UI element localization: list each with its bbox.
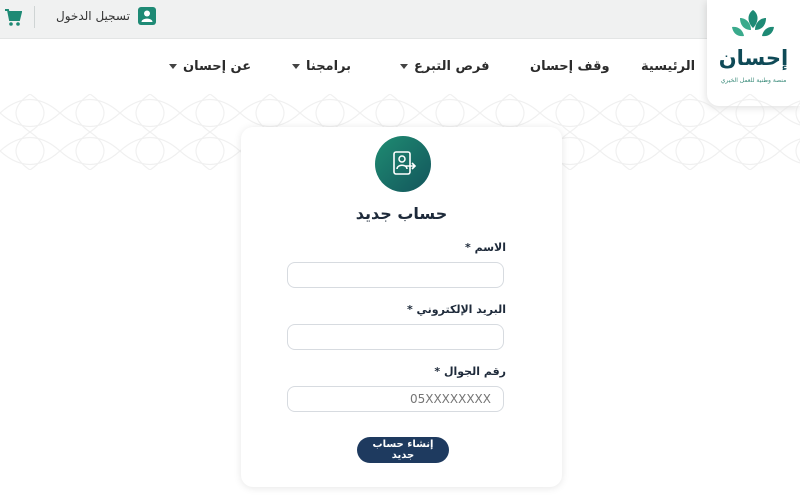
nav-item-programs[interactable]: برامجنا — [292, 59, 351, 74]
login-link[interactable]: تسجيل الدخول — [56, 7, 156, 25]
logo-card[interactable]: إحسان منصة وطنية للعمل الخيري — [707, 0, 800, 106]
create-account-button[interactable]: إنشاء حساب جديد — [357, 437, 449, 463]
logo-subtitle: منصة وطنية للعمل الخيري — [720, 77, 787, 84]
topbar-divider — [34, 6, 35, 28]
form-title: حساب جديد — [355, 204, 448, 223]
chevron-down-icon — [169, 64, 177, 69]
login-label: تسجيل الدخول — [56, 9, 130, 23]
chevron-down-icon — [292, 64, 300, 69]
main-navigation: الرئيسية وقف إحسان فرص التبرع برامجنا عن… — [0, 39, 800, 94]
shopping-cart-icon[interactable] — [4, 6, 23, 28]
user-icon — [137, 7, 156, 25]
nav-item-label: الرئيسية — [641, 59, 696, 74]
nav-item-about[interactable]: عن إحسان — [169, 59, 251, 74]
registration-card: حساب جديد الاسم * البريد الإلكتروني * رق… — [241, 127, 562, 487]
register-avatar-icon — [375, 136, 431, 192]
nav-item-waqf[interactable]: وقف إحسان — [530, 59, 610, 74]
nav-item-label: وقف إحسان — [530, 59, 610, 74]
email-input[interactable] — [287, 324, 504, 350]
nav-item-home[interactable]: الرئيسية — [641, 59, 695, 74]
logo-title: إحسان — [718, 46, 789, 70]
nav-item-label: عن إحسان — [183, 59, 252, 74]
mobile-input[interactable] — [287, 386, 504, 412]
email-label: البريد الإلكتروني * — [406, 303, 506, 316]
nav-item-label: برامجنا — [306, 59, 352, 74]
name-input[interactable] — [287, 262, 504, 288]
top-utility-bar: تسجيل الدخول — [0, 0, 800, 39]
chevron-down-icon — [400, 64, 408, 69]
mobile-label: رقم الجوال * — [434, 365, 506, 378]
nav-item-donation-opportunities[interactable]: فرص التبرع — [400, 59, 490, 74]
logo-leaves-icon — [732, 10, 774, 37]
name-label: الاسم * — [465, 241, 506, 254]
nav-item-label: فرص التبرع — [414, 59, 490, 74]
